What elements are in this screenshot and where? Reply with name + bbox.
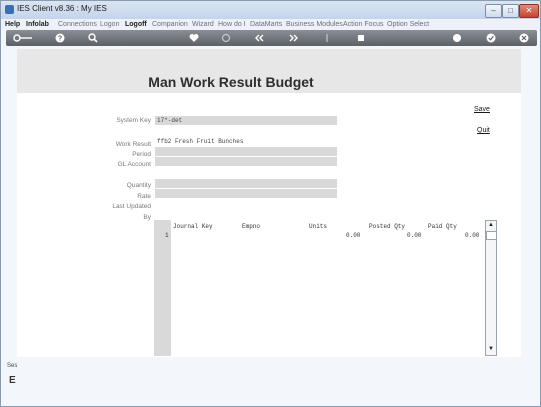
maximize-button[interactable]: □ — [502, 4, 519, 18]
system-key-label: System Key — [116, 117, 151, 124]
period-label: Period — [132, 151, 151, 158]
menu-logon[interactable]: Logon — [100, 19, 119, 30]
rate-label: Rate — [137, 193, 151, 200]
menu-action-focus[interactable]: Action Focus — [343, 19, 383, 30]
quantity-field[interactable] — [155, 179, 337, 188]
menu-help[interactable]: Help — [5, 19, 20, 30]
back-icon[interactable] — [252, 30, 266, 46]
status-glyph: E — [9, 375, 16, 386]
scroll-thumb[interactable] — [486, 231, 497, 240]
help-icon[interactable]: ? — [53, 30, 67, 46]
column-header-journal-key[interactable]: Journal Key — [173, 223, 213, 230]
menu-business-modules[interactable]: Business Modules — [286, 19, 343, 30]
title-bar: IES Client v8.36 : My IES – □ ✕ — [1, 1, 540, 19]
stop-icon[interactable] — [354, 30, 368, 46]
rate-field[interactable] — [155, 189, 337, 198]
menu-connections[interactable]: Connections — [58, 19, 97, 30]
column-header-paid-qty[interactable]: Paid Qty — [428, 223, 457, 230]
menu-companion[interactable]: Companion — [152, 19, 188, 30]
save-link[interactable]: Save — [474, 106, 490, 113]
work-result-field[interactable]: ffb2 Fresh Fruit Bunches — [155, 137, 337, 146]
quantity-label: Quantity — [126, 182, 151, 189]
print-icon[interactable] — [450, 30, 464, 46]
page-header: Man Work Result Budget — [17, 49, 521, 93]
menu-option-select[interactable]: Option Select — [387, 19, 429, 30]
period-field[interactable] — [155, 147, 337, 156]
cell-paid-qty[interactable]: 0.00 — [465, 232, 479, 239]
row-header-strip — [154, 220, 171, 356]
minimize-button[interactable]: – — [485, 4, 502, 18]
up-icon[interactable] — [320, 30, 334, 46]
cell-units[interactable]: 0.00 — [346, 232, 360, 239]
search-icon[interactable] — [86, 30, 100, 46]
svg-text:?: ? — [58, 36, 62, 43]
menu-bar: Help Infolab Connections Logon Logoff Co… — [1, 19, 540, 30]
column-header-empno[interactable]: Empno — [242, 223, 260, 230]
forward-icon[interactable] — [287, 30, 301, 46]
quit-link[interactable]: Quit — [477, 127, 490, 134]
last-updated-label: Last Updated — [112, 203, 151, 210]
menu-logoff[interactable]: Logoff — [125, 19, 147, 30]
system-key-field[interactable]: 17*-det — [155, 116, 337, 125]
session-label: Ses — [7, 363, 18, 369]
journal-grid[interactable]: Journal Key Empno Units Posted Qty Paid … — [154, 220, 497, 356]
column-header-units[interactable]: Units — [309, 223, 327, 230]
close-window-button[interactable]: ✕ — [519, 4, 539, 18]
app-window: IES Client v8.36 : My IES – □ ✕ Help Inf… — [0, 0, 541, 407]
gl-account-label: GL Account — [117, 161, 151, 168]
column-header-posted-qty[interactable]: Posted Qty — [369, 223, 405, 230]
menu-infolab[interactable]: Infolab — [26, 19, 49, 30]
gl-account-field[interactable] — [155, 157, 337, 166]
toolbar: ? — [6, 30, 537, 46]
cell-posted-qty[interactable]: 0.00 — [407, 232, 421, 239]
page-title: Man Work Result Budget — [148, 74, 314, 90]
key-icon[interactable] — [12, 30, 34, 46]
grid-scrollbar[interactable]: ▲ ▼ — [485, 220, 497, 356]
refresh-icon[interactable] — [219, 30, 233, 46]
heart-icon[interactable] — [187, 30, 201, 46]
scroll-down-button[interactable]: ▼ — [486, 345, 496, 354]
by-label: By — [143, 214, 151, 221]
close-icon[interactable] — [517, 30, 531, 46]
scroll-up-button[interactable]: ▲ — [486, 221, 496, 230]
menu-how-do-i[interactable]: How do I — [218, 19, 246, 30]
window-title: IES Client v8.36 : My IES — [17, 4, 107, 13]
work-result-label: Work Result — [115, 141, 151, 148]
row-number: 1 — [165, 232, 169, 239]
menu-datamarts[interactable]: DataMarts — [250, 19, 282, 30]
menu-wizard[interactable]: Wizard — [192, 19, 214, 30]
app-icon — [5, 5, 14, 14]
main-panel: Man Work Result Budget Save Quit System … — [17, 49, 521, 357]
check-icon[interactable] — [484, 30, 498, 46]
